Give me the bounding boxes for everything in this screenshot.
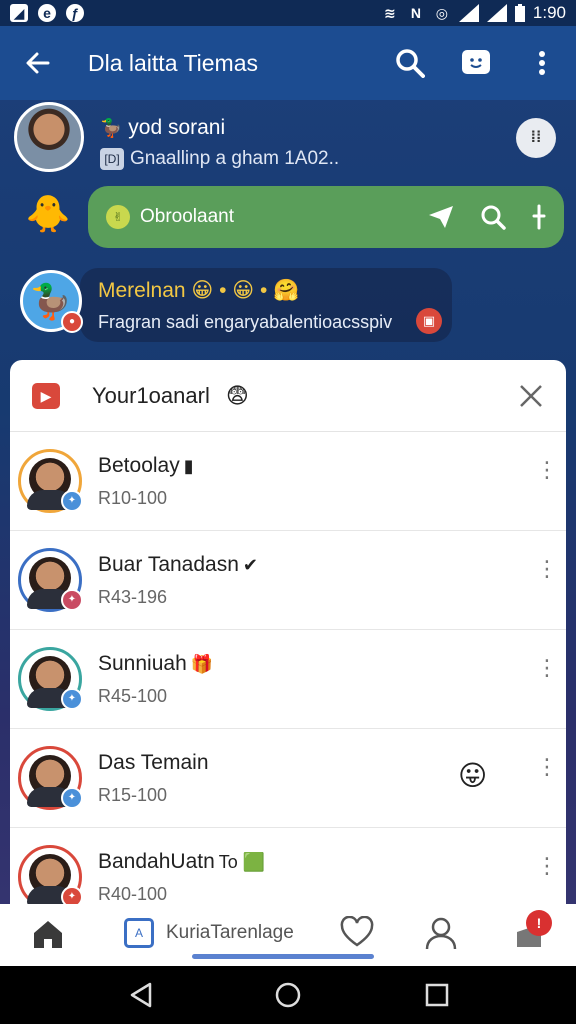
signal-icon bbox=[458, 4, 479, 22]
duck-sticker-icon: 🐥 bbox=[25, 193, 71, 234]
tab-indicator bbox=[192, 954, 374, 959]
avatar[interactable]: ✦ bbox=[18, 449, 83, 513]
status-badge: ✦ bbox=[61, 589, 83, 611]
signal-icon bbox=[486, 4, 507, 22]
avatar[interactable] bbox=[14, 102, 84, 172]
tag-icon: 🎁 bbox=[190, 653, 214, 674]
message-preview: Fragran sadi engaryabalentioacsspiv bbox=[98, 312, 393, 332]
more-vert-icon[interactable]: ⋮ bbox=[536, 459, 558, 481]
emoji-icon: 😛 bbox=[458, 760, 488, 791]
list-item[interactable]: ✦ Sunniuah 🎁 R45-100 ⋮ bbox=[10, 630, 566, 729]
contact-info: Betoolay ▮ R10-100 bbox=[98, 454, 194, 509]
calendar-icon: A bbox=[124, 918, 154, 948]
search-button[interactable] bbox=[394, 47, 426, 79]
nfc-icon: ƒ bbox=[66, 4, 84, 22]
notification-icon: ◢ bbox=[10, 4, 28, 22]
panel-header: ▶ Your1oanarl 😨 bbox=[10, 360, 566, 432]
contact-name: Betoolay ▮ bbox=[98, 453, 194, 477]
recents-icon[interactable] bbox=[424, 982, 450, 1008]
contacts-panel: ▶ Your1oanarl 😨 ✦ Betoolay ▮ R10-100 ⋮ ✦ … bbox=[10, 360, 566, 920]
list-item[interactable]: ✦ Das Temain R15-100 😛 ⋮ bbox=[10, 729, 566, 828]
contact-list: ✦ Betoolay ▮ R10-100 ⋮ ✦ Buar Tanadasn ✔ R… bbox=[10, 432, 566, 920]
more-vert-icon[interactable]: ⋮ bbox=[536, 657, 558, 679]
contact-info: Das Temain R15-100 bbox=[98, 751, 213, 806]
contact-subtitle: R15-100 bbox=[98, 784, 168, 805]
search-icon bbox=[396, 49, 425, 78]
status-badge: ● bbox=[61, 311, 83, 333]
edge-icon: e bbox=[38, 4, 56, 22]
more-vert-icon[interactable]: ⋮ bbox=[536, 855, 558, 877]
message-text: Obroolaant bbox=[140, 206, 235, 227]
status-bar: ◢ e ƒ ≋ N ◎ 1:90 bbox=[0, 0, 576, 26]
page-title: Dla laitta Tiemas bbox=[88, 49, 259, 76]
status-badge: ✦ bbox=[61, 688, 83, 710]
contact-name: Buar Tanadasn ✔ bbox=[98, 552, 258, 576]
contact-subtitle: R10-100 bbox=[98, 487, 168, 508]
more-options-button[interactable] bbox=[526, 47, 558, 79]
back-arrow-icon[interactable] bbox=[18, 49, 58, 77]
chat-area: 🦆 yod sorani [D] Gnaallinp a gham 1A02.. … bbox=[0, 100, 576, 360]
emoji-face-icon bbox=[462, 50, 490, 74]
contact-info: Sunniuah 🎁 R45-100 bbox=[98, 652, 213, 707]
pause-button[interactable]: ⁞⁞ bbox=[516, 118, 556, 158]
contact-subtitle: R45-100 bbox=[98, 685, 168, 706]
list-item[interactable]: ✦ Betoolay ▮ R10-100 ⋮ bbox=[10, 432, 566, 531]
more-vert-icon[interactable]: ⋮ bbox=[536, 756, 558, 778]
battery-icon bbox=[514, 4, 525, 22]
message-bubble[interactable]: ✌ Obroolaant bbox=[88, 186, 564, 248]
sender-name: 🦆 yod sorani bbox=[100, 116, 226, 139]
profile-icon[interactable] bbox=[424, 916, 458, 950]
heart-icon[interactable] bbox=[340, 916, 374, 948]
contact-name: Das Temain bbox=[98, 750, 209, 774]
avatar[interactable]: ✦ bbox=[18, 746, 83, 810]
data-saver-icon: ◎ bbox=[435, 4, 449, 21]
status-time: 1:90 bbox=[532, 3, 566, 22]
contact-name: Sunniuah 🎁 bbox=[98, 651, 214, 675]
emoji-button[interactable] bbox=[460, 47, 492, 79]
contact-subtitle: R43-196 bbox=[98, 586, 168, 607]
contact-info: BandahUatn To 🟩 R40-100 bbox=[98, 850, 265, 905]
contact-info: Buar Tanadasn ✔ R43-196 bbox=[98, 553, 258, 608]
tag-icon: ✔ bbox=[242, 554, 258, 575]
notification-badge: ! bbox=[526, 910, 552, 936]
duck-icon: 🦆 bbox=[100, 118, 123, 138]
more-vert-icon[interactable]: ⋮ bbox=[536, 558, 558, 580]
tab-main[interactable]: A KuriaTarenlage bbox=[124, 918, 294, 948]
pin-icon[interactable] bbox=[532, 204, 546, 230]
search-icon[interactable] bbox=[480, 204, 506, 230]
send-icon[interactable] bbox=[428, 205, 454, 229]
home-circle-icon[interactable] bbox=[275, 982, 301, 1008]
more-vert-icon bbox=[539, 51, 545, 75]
home-icon[interactable] bbox=[32, 918, 64, 950]
status-badge: ✦ bbox=[61, 490, 83, 512]
avatar[interactable]: ✦ bbox=[18, 845, 83, 909]
system-nav-bar bbox=[0, 966, 576, 1024]
panel-title: Your1oanarl bbox=[92, 382, 210, 408]
wifi-icon: ≋ bbox=[384, 4, 396, 21]
camera-icon[interactable]: ▣ bbox=[416, 308, 442, 334]
message-preview: [D] Gnaallinp a gham 1A02.. bbox=[100, 148, 339, 170]
contact-name: BandahUatn To 🟩 bbox=[98, 849, 266, 873]
list-item[interactable]: ✦ Buar Tanadasn ✔ R43-196 ⋮ bbox=[10, 531, 566, 630]
avatar[interactable]: ✦ bbox=[18, 647, 83, 711]
badge-icon: ✌ bbox=[106, 205, 130, 229]
back-icon[interactable] bbox=[128, 982, 154, 1008]
emoji-icon: 😨 bbox=[225, 382, 249, 408]
app-bar: Dla laitta Tiemas bbox=[0, 26, 576, 100]
chip-icon: [D] bbox=[100, 148, 124, 170]
chat-message[interactable]: 🦆 yod sorani [D] Gnaallinp a gham 1A02.. … bbox=[14, 102, 574, 176]
close-icon[interactable] bbox=[518, 383, 544, 409]
tab-label: KuriaTarenlage bbox=[166, 922, 294, 943]
chat-message[interactable]: 🦆 ● Merelnan 😀 • 😀 • 🤗 Fragran sadi enga… bbox=[18, 268, 558, 348]
avatar[interactable]: 🦆 ● bbox=[20, 270, 83, 333]
avatar[interactable]: ✦ bbox=[18, 548, 83, 612]
tag-icon: ▮ bbox=[183, 455, 194, 476]
panel-logo-icon: ▶ bbox=[32, 382, 60, 409]
vibrate-icon: N bbox=[410, 5, 421, 21]
status-badge: ✦ bbox=[61, 787, 83, 809]
sender-name: Merelnan 😀 • 😀 • 🤗 bbox=[98, 279, 300, 302]
contact-subtitle: R40-100 bbox=[98, 883, 168, 904]
chat-message[interactable]: 🐥 ✌ Obroolaant bbox=[20, 182, 566, 252]
tag-icon: To 🟩 bbox=[218, 851, 266, 872]
